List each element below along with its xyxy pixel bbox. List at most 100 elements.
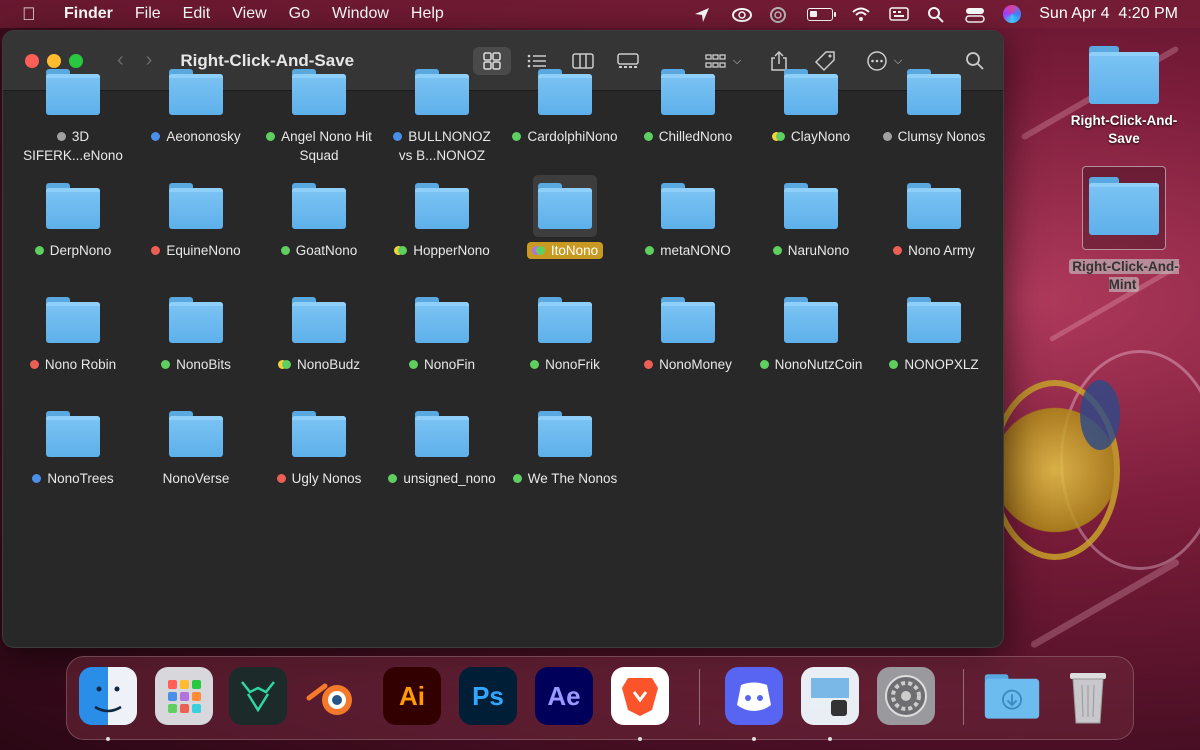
system-preferences-icon[interactable] xyxy=(877,667,935,725)
folder-label: metaNONO xyxy=(628,241,748,260)
folder-icon-wrap xyxy=(287,61,351,123)
folder-icon-wrap xyxy=(164,61,228,123)
location-arrow-icon[interactable] xyxy=(693,6,713,22)
folder-item[interactable]: NonoVerse xyxy=(136,403,256,488)
after-effects-icon[interactable]: Ae xyxy=(535,667,593,725)
menu-window[interactable]: Window xyxy=(332,5,389,23)
folder-label: Ugly Nonos xyxy=(259,469,379,488)
folder-icon-wrap xyxy=(902,175,966,237)
folder-icon-wrap xyxy=(533,175,597,237)
desktop-folder[interactable]: Right-Click-And-Mint xyxy=(1064,166,1184,294)
launchpad-icon[interactable] xyxy=(155,667,213,725)
folder-label: ChilledNono xyxy=(628,127,748,146)
keyboard-input-icon[interactable] xyxy=(889,6,909,22)
folder-icon-wrap xyxy=(287,289,351,351)
folder-item[interactable]: NonoBits xyxy=(136,289,256,374)
tag-dot-gray xyxy=(56,132,66,141)
folder-item[interactable]: Nono Army xyxy=(874,175,994,260)
sync-icon[interactable] xyxy=(769,6,789,23)
desktop-folder-label: Right-Click-And-Save xyxy=(1064,112,1184,148)
control-center-icon[interactable] xyxy=(965,6,985,23)
menubar-clock[interactable]: Sun Apr 4 4:20 PM xyxy=(1039,5,1178,23)
battery-icon[interactable] xyxy=(807,7,837,21)
folder-item[interactable]: NonoTrees xyxy=(13,403,133,488)
folder-icon xyxy=(46,411,100,457)
spotlight-search-icon[interactable] xyxy=(927,6,947,23)
tag-dot-green xyxy=(280,246,290,255)
folder-name: NonoBudz xyxy=(296,357,361,372)
folder-name: NonoFin xyxy=(423,357,476,372)
brave-icon[interactable] xyxy=(611,667,669,725)
desktop-folder-name: Right-Click-And-Mint xyxy=(1069,259,1179,292)
folder-item[interactable]: Aeononosky xyxy=(136,61,256,146)
folder-item[interactable]: metaNONO xyxy=(628,175,748,260)
folder-item[interactable]: NonoNutzCoin xyxy=(751,289,871,374)
folder-name: NonoTrees xyxy=(47,471,114,486)
menu-help[interactable]: Help xyxy=(411,5,444,23)
finder-window: ‹ › Right-Click-And-Save ⌵ ⌵ 3D SIFERK..… xyxy=(2,30,1004,648)
finder-icon[interactable] xyxy=(79,667,137,725)
creative-cloud-icon[interactable] xyxy=(731,6,753,22)
folder-item[interactable]: ClayNono xyxy=(751,61,871,146)
folder-label: DerpNono xyxy=(13,241,133,260)
folder-item[interactable]: ChilledNono xyxy=(628,61,748,146)
folder-item[interactable]: GoatNono xyxy=(259,175,379,260)
tag-dot-gray xyxy=(882,132,892,141)
folder-icon-wrap xyxy=(779,61,843,123)
folder-icon-wrap xyxy=(410,175,474,237)
folder-icon xyxy=(661,183,715,229)
folder-item[interactable]: NonoFin xyxy=(382,289,502,374)
folder-item[interactable]: BULLNONOZ vs B...NONOZ xyxy=(382,61,502,165)
photoshop-icon[interactable]: Ps xyxy=(459,667,517,725)
folder-name: NONOPXLZ xyxy=(904,357,979,372)
preview-icon[interactable] xyxy=(801,667,859,725)
blender-icon[interactable] xyxy=(303,667,361,725)
folder-icon-wrap xyxy=(287,175,351,237)
folder-item[interactable]: NONOPXLZ xyxy=(874,289,994,374)
dock: Ai Ps Ae xyxy=(66,656,1134,741)
folder-item[interactable]: DerpNono xyxy=(13,175,133,260)
menu-go[interactable]: Go xyxy=(289,5,310,23)
folder-item[interactable]: Ugly Nonos xyxy=(259,403,379,488)
folder-name: EquineNono xyxy=(166,243,241,258)
folder-icon xyxy=(415,297,469,343)
illustrator-icon[interactable]: Ai xyxy=(383,667,441,725)
menu-file[interactable]: File xyxy=(135,5,161,23)
folder-item[interactable]: NonoBudz xyxy=(259,289,379,374)
folder-item[interactable]: Nono Robin xyxy=(13,289,133,374)
folder-icon xyxy=(538,183,592,229)
bot-app-icon[interactable] xyxy=(229,667,287,725)
folder-name: NonoFrik xyxy=(545,357,600,372)
apple-menu-icon[interactable]:  xyxy=(22,4,44,25)
folder-item[interactable]: 3D SIFERK...eNono xyxy=(13,61,133,165)
siri-icon[interactable] xyxy=(1003,5,1022,23)
wifi-icon[interactable] xyxy=(851,6,871,22)
tag-dot-green xyxy=(512,132,522,141)
desktop-folder[interactable]: Right-Click-And-Save xyxy=(1064,46,1184,148)
folder-name: DerpNono xyxy=(49,243,112,258)
menu-view[interactable]: View xyxy=(232,5,266,23)
folder-item[interactable]: ItoNono xyxy=(505,175,625,260)
folder-name: unsigned_nono xyxy=(403,471,496,486)
folder-item[interactable]: We The Nonos xyxy=(505,403,625,488)
folder-item[interactable]: NonoMoney xyxy=(628,289,748,374)
folder-label: NonoTrees xyxy=(13,469,133,488)
folder-name: Angel Nono Hit Squad xyxy=(281,129,372,163)
folder-item[interactable]: NaruNono xyxy=(751,175,871,260)
folder-label: Nono Robin xyxy=(13,355,133,374)
folder-item[interactable]: EquineNono xyxy=(136,175,256,260)
trash-icon[interactable] xyxy=(1059,667,1117,725)
folder-icon xyxy=(661,297,715,343)
folder-item[interactable]: CardolphiNono xyxy=(505,61,625,146)
folder-item[interactable]: NonoFrik xyxy=(505,289,625,374)
menu-edit[interactable]: Edit xyxy=(183,5,211,23)
discord-icon[interactable] xyxy=(725,667,783,725)
folder-item[interactable]: Angel Nono Hit Squad xyxy=(259,61,379,165)
folder-item[interactable]: Clumsy Nonos xyxy=(874,61,994,146)
tag-dot-green xyxy=(34,246,44,255)
downloads-folder-icon[interactable] xyxy=(983,667,1041,725)
folder-item[interactable]: unsigned_nono xyxy=(382,403,502,488)
folder-item[interactable]: HopperNono xyxy=(382,175,502,260)
folder-icon xyxy=(784,297,838,343)
menu-app-name[interactable]: Finder xyxy=(64,5,113,23)
